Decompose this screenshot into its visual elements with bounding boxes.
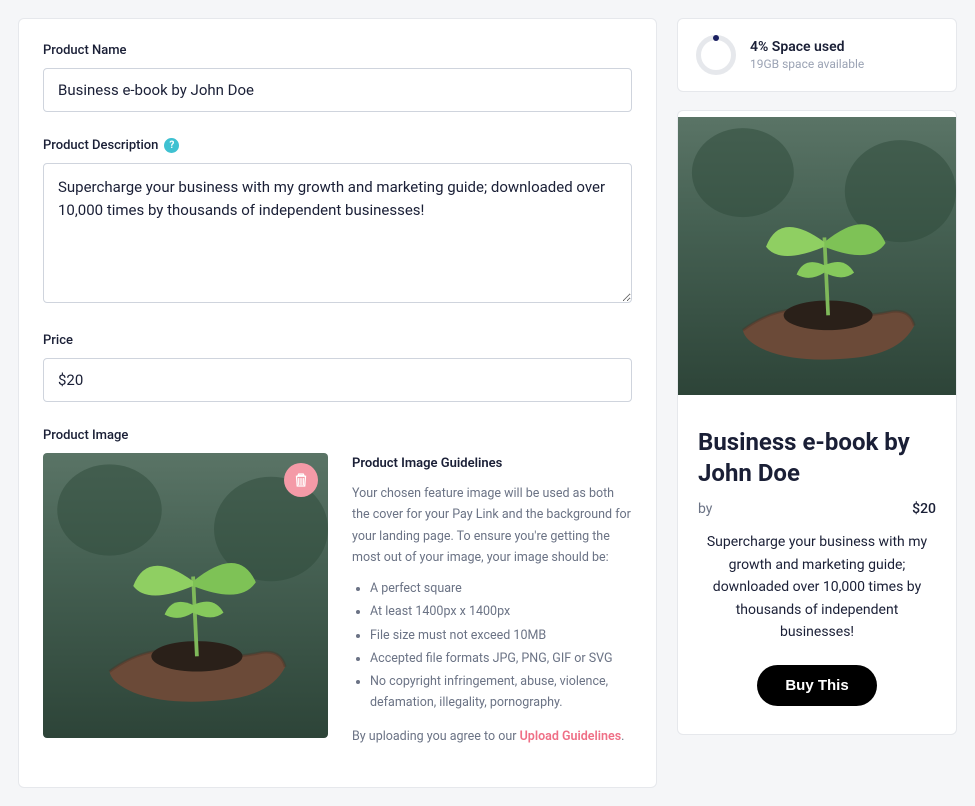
product-desc-label: Product Description ? <box>43 138 632 153</box>
guideline-item: Accepted file formats JPG, PNG, GIF or S… <box>370 648 632 669</box>
product-desc-group: Product Description ? <box>43 138 632 307</box>
guidelines-agree-prefix: By uploading you agree to our <box>352 729 520 744</box>
product-image-label: Product Image <box>43 428 632 443</box>
preview-description: Supercharge your business with my growth… <box>698 531 936 643</box>
product-image-group: Product Image Product Image Guidelines Y… <box>43 428 632 747</box>
price-input[interactable] <box>43 358 632 402</box>
guidelines-intro: Your chosen feature image will be used a… <box>352 483 632 568</box>
price-group: Price <box>43 333 632 402</box>
product-name-group: Product Name <box>43 43 632 112</box>
product-desc-label-text: Product Description <box>43 138 158 153</box>
upload-guidelines-link[interactable]: Upload Guidelines <box>520 729 622 744</box>
preview-price: $20 <box>912 501 936 517</box>
product-form-panel: Product Name Product Description ? Price… <box>18 18 657 788</box>
price-label: Price <box>43 333 632 348</box>
product-image-preview <box>43 453 328 738</box>
space-subtitle: 19GB space available <box>750 57 864 71</box>
guideline-item: File size must not exceed 10MB <box>370 625 632 646</box>
guidelines-list: A perfect square At least 1400px x 1400p… <box>370 578 632 714</box>
delete-image-button[interactable] <box>284 463 318 497</box>
product-desc-input[interactable] <box>43 163 632 303</box>
preview-image <box>678 111 956 401</box>
guideline-item: No copyright infringement, abuse, violen… <box>370 671 632 714</box>
image-guidelines: Product Image Guidelines Your chosen fea… <box>352 453 632 747</box>
product-name-label: Product Name <box>43 43 632 58</box>
plant-photo <box>43 453 328 738</box>
buy-button[interactable]: Buy This <box>757 665 876 706</box>
guidelines-agree: By uploading you agree to our Upload Gui… <box>352 726 632 747</box>
space-title: 4% Space used <box>750 39 864 55</box>
preview-title: Business e-book by John Doe <box>698 427 936 489</box>
preview-by-label: by <box>698 501 712 517</box>
space-usage-meter-icon <box>696 35 736 75</box>
product-name-input[interactable] <box>43 68 632 112</box>
product-preview-card: Business e-book by John Doe by $20 Super… <box>677 110 957 735</box>
space-usage-card: 4% Space used 19GB space available <box>677 18 957 92</box>
help-icon[interactable]: ? <box>164 138 179 153</box>
guidelines-heading: Product Image Guidelines <box>352 453 632 475</box>
guideline-item: A perfect square <box>370 578 632 599</box>
trash-icon <box>292 471 310 489</box>
guideline-item: At least 1400px x 1400px <box>370 601 632 622</box>
